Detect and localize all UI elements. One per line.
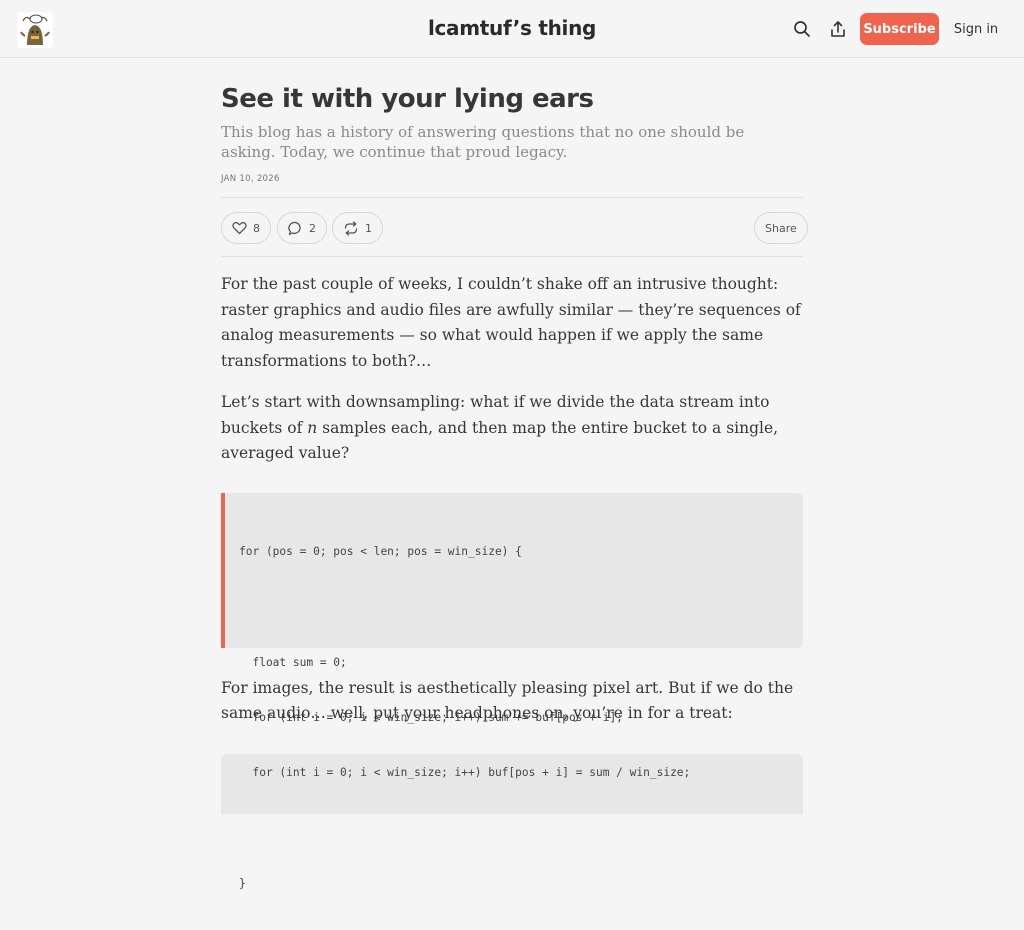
post-subtitle: This blog has a history of answering que… bbox=[221, 123, 745, 161]
code-line: float sum = 0; bbox=[239, 655, 347, 669]
share-button[interactable]: Share bbox=[754, 212, 808, 244]
math-variable: n bbox=[307, 418, 318, 437]
like-button[interactable]: 8 bbox=[221, 212, 271, 244]
search-icon[interactable] bbox=[790, 17, 814, 41]
subscribe-button[interactable]: Subscribe bbox=[860, 13, 939, 45]
paragraph: Let’s start with downsampling: what if w… bbox=[221, 390, 803, 467]
code-line: for (pos = 0; pos < len; pos = win_size)… bbox=[239, 545, 522, 559]
post-title: See it with your lying ears bbox=[221, 84, 594, 114]
comment-count: 2 bbox=[309, 221, 316, 235]
share-label: Share bbox=[765, 221, 797, 235]
post-date: JAN 10, 2026 bbox=[221, 174, 280, 184]
heart-icon bbox=[232, 221, 247, 235]
restack-count: 1 bbox=[365, 221, 372, 235]
share-icon[interactable] bbox=[826, 17, 850, 41]
signin-button[interactable]: Sign in bbox=[948, 13, 1004, 45]
audio-embed[interactable] bbox=[221, 753, 803, 814]
site-header: lcamtuf’s thing Subscribe Sign in bbox=[0, 0, 1024, 58]
comment-icon bbox=[288, 221, 301, 235]
paragraph: For the past couple of weeks, I couldn’t… bbox=[221, 275, 801, 370]
post-actions-bar: 8 2 1 Share bbox=[221, 197, 808, 257]
article: See it with your lying ears This blog ha… bbox=[221, 58, 808, 890]
paragraph: For images, the result is aesthetically … bbox=[221, 678, 794, 723]
code-line: } bbox=[239, 876, 246, 890]
restack-button[interactable]: 1 bbox=[332, 212, 383, 244]
comment-button[interactable]: 2 bbox=[277, 212, 327, 244]
restack-icon bbox=[344, 220, 358, 236]
like-count: 8 bbox=[253, 221, 260, 235]
code-block: for (pos = 0; pos < len; pos = win_size)… bbox=[221, 492, 803, 890]
